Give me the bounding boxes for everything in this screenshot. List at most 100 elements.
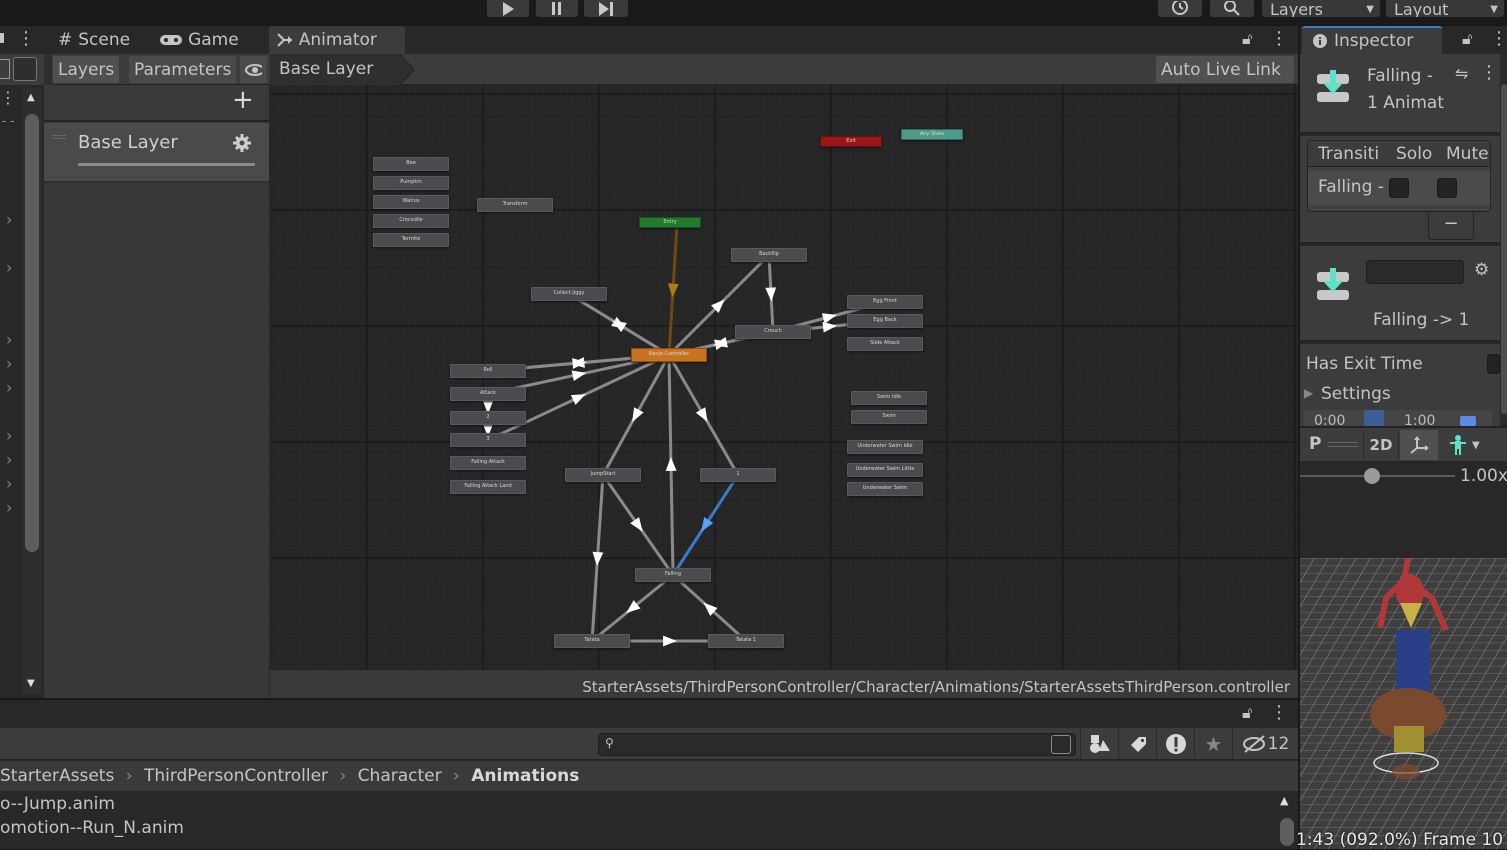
kebab-menu-icon[interactable]: ⋮ bbox=[1270, 702, 1288, 723]
state-node[interactable]: Pumpkin bbox=[373, 176, 449, 190]
layer-weight-slider[interactable] bbox=[78, 163, 255, 166]
transition-row[interactable]: Falling - bbox=[1308, 171, 1490, 205]
star-icon[interactable]: ★ bbox=[1194, 728, 1232, 760]
filter-by-type-button[interactable] bbox=[1080, 728, 1118, 760]
chevron-right-icon[interactable]: › bbox=[6, 450, 12, 469]
layer-item-base-layer[interactable]: Base Layer bbox=[44, 123, 269, 183]
breadcrumb-item[interactable]: StarterAssets bbox=[0, 766, 114, 786]
hierarchy-search-field[interactable] bbox=[0, 59, 10, 79]
state-node[interactable]: Banjo Controller bbox=[631, 348, 707, 362]
add-layer-button[interactable]: + bbox=[232, 86, 254, 114]
hierarchy-scrollbar[interactable]: ▲ ▼ bbox=[22, 88, 42, 694]
breadcrumb-item[interactable]: ThirdPersonController bbox=[144, 766, 328, 786]
state-node[interactable]: Underwater Swim Idle bbox=[847, 440, 923, 454]
state-node[interactable]: Slide Attack bbox=[847, 337, 923, 351]
hidden-packages-button[interactable]: 12 bbox=[1232, 728, 1298, 760]
pivot-toggle[interactable] bbox=[1400, 430, 1438, 460]
lock-icon[interactable]: 🔓︎ bbox=[1242, 29, 1252, 49]
chevron-right-icon[interactable]: › bbox=[6, 498, 12, 517]
popout-icon[interactable] bbox=[13, 57, 37, 81]
state-node[interactable]: Underwater Swim Little bbox=[847, 463, 923, 477]
transition-range[interactable] bbox=[1364, 410, 1384, 426]
state-node[interactable]: Tatata 1 bbox=[708, 634, 784, 648]
state-node[interactable]: Tatata bbox=[554, 634, 630, 648]
state-node[interactable]: Entry bbox=[639, 217, 701, 228]
transition-timeline[interactable]: 0:00 1:00 bbox=[1304, 410, 1492, 426]
scrollbar-thumb[interactable] bbox=[1501, 84, 1507, 414]
preview-timeline[interactable] bbox=[1328, 442, 1358, 447]
preview-play-button[interactable]: P bbox=[1309, 434, 1321, 454]
popout-icon[interactable] bbox=[1051, 735, 1071, 754]
chevron-right-icon[interactable]: › bbox=[6, 354, 12, 373]
state-node[interactable]: Exit bbox=[820, 136, 882, 147]
state-node[interactable]: Transform bbox=[477, 198, 553, 212]
layers-tab-button[interactable]: Layers bbox=[53, 56, 120, 83]
inspector-scrollbar[interactable] bbox=[1500, 54, 1507, 424]
kebab-menu-icon[interactable]: ⋮ bbox=[1500, 434, 1507, 454]
state-node[interactable]: Walrus bbox=[373, 195, 449, 209]
tab-game[interactable]: Game bbox=[152, 26, 247, 54]
state-node[interactable]: Swim bbox=[851, 410, 927, 424]
state-node[interactable]: 3 bbox=[450, 433, 526, 447]
scroll-up-icon[interactable]: ▲ bbox=[1280, 794, 1288, 807]
state-node[interactable]: Backflip bbox=[731, 248, 807, 262]
state-node[interactable]: Crouch bbox=[735, 325, 811, 339]
exit-marker[interactable] bbox=[1460, 416, 1476, 426]
chevron-right-icon[interactable]: › bbox=[6, 210, 12, 229]
filter-by-label-button[interactable] bbox=[1118, 728, 1156, 760]
state-node[interactable]: Falling bbox=[635, 568, 711, 582]
chevron-right-icon[interactable]: › bbox=[6, 330, 12, 349]
scrollbar-thumb[interactable] bbox=[25, 114, 39, 552]
solo-checkbox[interactable] bbox=[1389, 178, 1409, 198]
gear-icon[interactable]: ⚙ bbox=[1474, 260, 1489, 280]
avatar-dropdown[interactable]: ▼ bbox=[1441, 430, 1493, 460]
chevron-right-icon[interactable]: › bbox=[6, 258, 12, 277]
state-machine-graph[interactable]: Bee Pumpkin Walrus Crocodile Termite Transfor… bbox=[270, 85, 1298, 669]
lock-icon[interactable]: 🔓︎ bbox=[1462, 29, 1472, 49]
lock-icon[interactable]: 🔓︎ bbox=[1242, 703, 1252, 723]
state-node[interactable]: Crocodile bbox=[373, 214, 449, 228]
tab-scene[interactable]: # Scene bbox=[50, 26, 138, 54]
file-item[interactable]: omotion--Run_N.anim bbox=[0, 818, 184, 838]
breadcrumb-current[interactable]: Animations bbox=[471, 766, 579, 786]
scrollbar-thumb[interactable] bbox=[1280, 818, 1294, 846]
foldout-arrow-icon[interactable]: ▶ bbox=[1304, 386, 1313, 400]
state-node[interactable]: JumpStart bbox=[565, 468, 641, 482]
drag-handle-icon[interactable] bbox=[52, 135, 66, 139]
speed-slider-thumb[interactable] bbox=[1364, 468, 1380, 484]
kebab-menu-icon[interactable]: ⋮ bbox=[1490, 28, 1507, 49]
state-node[interactable]: Egg Front bbox=[847, 295, 923, 309]
history-button[interactable] bbox=[1158, 0, 1202, 17]
mute-checkbox[interactable] bbox=[1437, 178, 1457, 198]
state-node[interactable]: Roll bbox=[450, 364, 526, 378]
project-search-field[interactable]: ⚲ bbox=[598, 733, 1076, 756]
breadcrumb-base-layer[interactable]: Base Layer bbox=[270, 54, 400, 85]
layers-dropdown[interactable]: Layers ▼ bbox=[1262, 0, 1380, 17]
chevron-right-icon[interactable]: › bbox=[6, 426, 12, 445]
breadcrumb-item[interactable]: Character bbox=[358, 766, 442, 786]
project-search-input[interactable] bbox=[621, 735, 1041, 754]
state-node[interactable]: Attack bbox=[450, 387, 526, 401]
tab-animator[interactable]: Animator bbox=[268, 26, 405, 54]
state-node[interactable]: 1 bbox=[700, 468, 776, 482]
settings-foldout[interactable]: Settings bbox=[1321, 384, 1391, 404]
transition-name-input[interactable] bbox=[1366, 260, 1464, 284]
state-node[interactable]: Any State bbox=[901, 129, 963, 140]
step-button[interactable] bbox=[584, 0, 628, 17]
file-list-scrollbar[interactable]: ▲ bbox=[1279, 792, 1295, 849]
state-node[interactable]: Termite bbox=[373, 233, 449, 247]
has-exit-time-checkbox[interactable] bbox=[1487, 354, 1500, 374]
console-filter-button[interactable] bbox=[1156, 728, 1194, 760]
scroll-up-icon[interactable]: ▲ bbox=[27, 92, 35, 103]
state-node[interactable]: Collect Jiggy bbox=[531, 287, 607, 301]
scroll-down-icon[interactable]: ▼ bbox=[27, 678, 35, 689]
state-node[interactable]: Falling Attack Land bbox=[450, 480, 526, 494]
state-node[interactable]: Egg Back bbox=[847, 314, 923, 328]
kebab-menu-icon[interactable]: ⋮ bbox=[1480, 62, 1498, 83]
layout-dropdown[interactable]: Layout ▼ bbox=[1386, 0, 1504, 17]
2d-toggle[interactable]: 2D bbox=[1363, 430, 1399, 460]
state-node[interactable]: Falling Attack bbox=[450, 456, 526, 470]
preset-icon[interactable]: ⇋ bbox=[1455, 64, 1468, 83]
kebab-menu-icon[interactable]: ⋮ bbox=[0, 88, 16, 107]
chevron-right-icon[interactable]: › bbox=[6, 474, 12, 493]
